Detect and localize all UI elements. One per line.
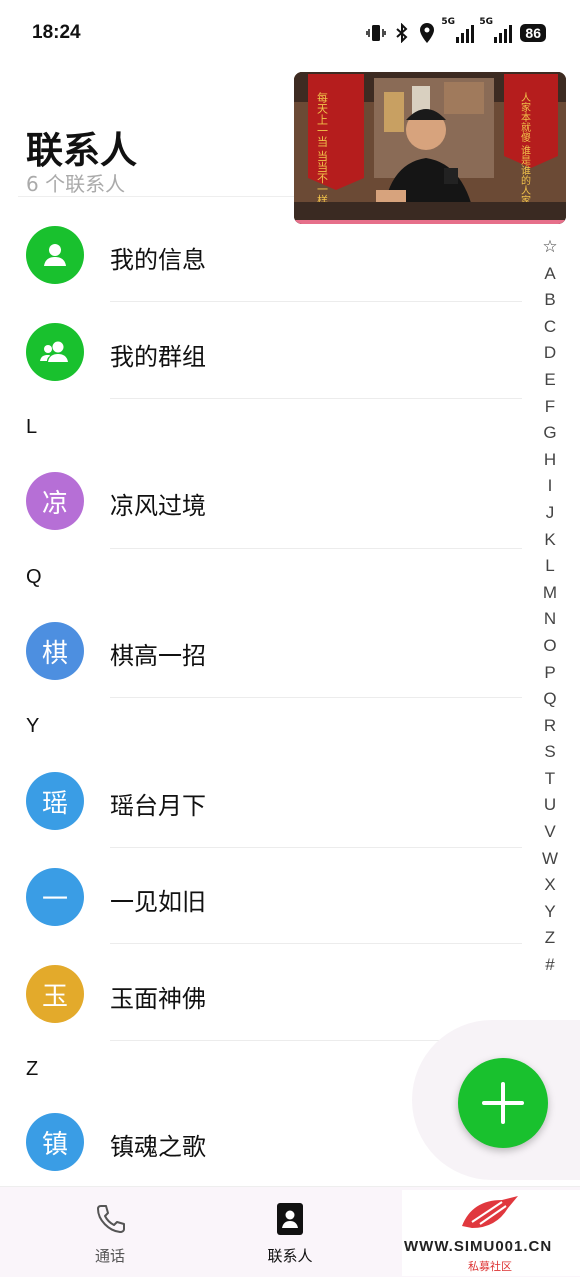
- group-icon: [26, 323, 84, 381]
- avatar: 瑶: [26, 772, 84, 830]
- list-divider: [110, 697, 522, 698]
- status-time: 18:24: [32, 22, 81, 43]
- pip-banner-left-text: 每天上一当 当当不一样: [316, 91, 329, 206]
- contact-count: 6 个联系人: [26, 172, 126, 196]
- list-item-label: 我的信息: [110, 246, 206, 274]
- index-w[interactable]: W: [536, 846, 564, 873]
- list-divider: [110, 398, 522, 399]
- vibrate-icon: [366, 25, 387, 41]
- watermark: WWW.SIMU001.CN 私募社区: [402, 1190, 580, 1276]
- index-u[interactable]: U: [536, 792, 564, 819]
- tab-calls-label: 通话: [94, 1247, 125, 1265]
- bluetooth-icon: [396, 23, 408, 43]
- index-f[interactable]: F: [536, 394, 564, 421]
- phone-icon: [97, 1205, 125, 1233]
- index-c[interactable]: C: [536, 314, 564, 341]
- watermark-name: 私募社区: [468, 1260, 512, 1273]
- avatar: 镇: [26, 1113, 84, 1171]
- list-divider: [110, 301, 522, 302]
- contact-name: 玉面神佛: [110, 985, 206, 1013]
- index-o[interactable]: O: [536, 633, 564, 660]
- index-y[interactable]: Y: [536, 899, 564, 926]
- tab-contacts-label: 联系人: [267, 1247, 313, 1265]
- index-l[interactable]: L: [536, 553, 564, 580]
- contacts-book-icon: [277, 1203, 303, 1235]
- index-t[interactable]: T: [536, 766, 564, 793]
- status-icons: 5G 5G 86: [366, 17, 546, 46]
- index-q[interactable]: Q: [536, 686, 564, 713]
- index-j[interactable]: J: [536, 500, 564, 527]
- index-s[interactable]: S: [536, 739, 564, 766]
- tab-calls[interactable]: 通话: [50, 1187, 170, 1277]
- index-d[interactable]: D: [536, 340, 564, 367]
- index-b[interactable]: B: [536, 287, 564, 314]
- list-divider: [110, 943, 522, 944]
- contact-name: 棋高一招: [110, 642, 206, 670]
- contact-name: 镇魂之歌: [110, 1133, 206, 1161]
- plus-icon: [482, 1082, 524, 1124]
- index-i[interactable]: I: [536, 473, 564, 500]
- index-p[interactable]: P: [536, 660, 564, 687]
- contact-name: 瑶台月下: [110, 792, 206, 820]
- page-title: 联系人: [26, 129, 137, 172]
- index-a[interactable]: A: [536, 261, 564, 288]
- index-r[interactable]: R: [536, 713, 564, 740]
- status-bar: 18:24 5G 5G 86: [0, 0, 580, 66]
- index-x[interactable]: X: [536, 872, 564, 899]
- contact-name: 一见如旧: [110, 888, 206, 916]
- watermark-site: WWW.SIMU001.CN: [404, 1238, 553, 1255]
- tab-contacts[interactable]: 联系人: [230, 1187, 350, 1277]
- location-icon: [420, 23, 435, 43]
- video-frame: 每天上一当 当当不一样 人家本就傻 谁是谁的人家: [294, 72, 566, 224]
- battery-indicator: 86: [520, 24, 546, 42]
- avatar: 棋: [26, 622, 84, 680]
- alphabet-index[interactable]: ☆ A B C D E F G H I J K L M N O P Q R S …: [536, 234, 564, 979]
- index-h[interactable]: H: [536, 447, 564, 474]
- index-k[interactable]: K: [536, 527, 564, 554]
- signal-2-icon: 5G: [479, 17, 513, 43]
- section-header-l: L: [26, 416, 38, 438]
- signal-1-icon: 5G: [441, 17, 475, 43]
- avatar: 一: [26, 868, 84, 926]
- contact-row[interactable]: 凉 凉风过境: [0, 452, 522, 550]
- contact-row[interactable]: 棋 棋高一招: [0, 602, 522, 700]
- index-star[interactable]: ☆: [536, 234, 564, 261]
- index-m[interactable]: M: [536, 580, 564, 607]
- index-z[interactable]: Z: [536, 925, 564, 952]
- list-item-my-info[interactable]: 我的信息: [0, 206, 522, 304]
- index-v[interactable]: V: [536, 819, 564, 846]
- avatar: 玉: [26, 965, 84, 1023]
- video-pip-window[interactable]: 每天上一当 当当不一样 人家本就傻 谁是谁的人家: [294, 72, 566, 224]
- section-header-z: Z: [26, 1058, 39, 1080]
- index-hash[interactable]: #: [536, 952, 564, 979]
- avatar: 凉: [26, 472, 84, 530]
- watermark-logo-icon: [462, 1196, 518, 1228]
- pip-banner-right-text: 人家本就傻 谁是谁的人家: [519, 92, 531, 205]
- section-header-y: Y: [26, 715, 40, 737]
- index-e[interactable]: E: [536, 367, 564, 394]
- list-item-label: 我的群组: [110, 343, 206, 371]
- index-g[interactable]: G: [536, 420, 564, 447]
- person-icon: [26, 226, 84, 284]
- contact-row[interactable]: 玉 玉面神佛: [0, 945, 522, 1043]
- list-divider: [110, 548, 522, 549]
- section-header-q: Q: [26, 566, 42, 588]
- list-item-my-groups[interactable]: 我的群组: [0, 303, 522, 401]
- index-n[interactable]: N: [536, 606, 564, 633]
- add-contact-button[interactable]: [458, 1058, 548, 1148]
- contact-name: 凉风过境: [110, 492, 206, 520]
- contact-row[interactable]: 一 一见如旧: [0, 848, 522, 946]
- contact-row[interactable]: 瑶 瑶台月下: [0, 752, 522, 850]
